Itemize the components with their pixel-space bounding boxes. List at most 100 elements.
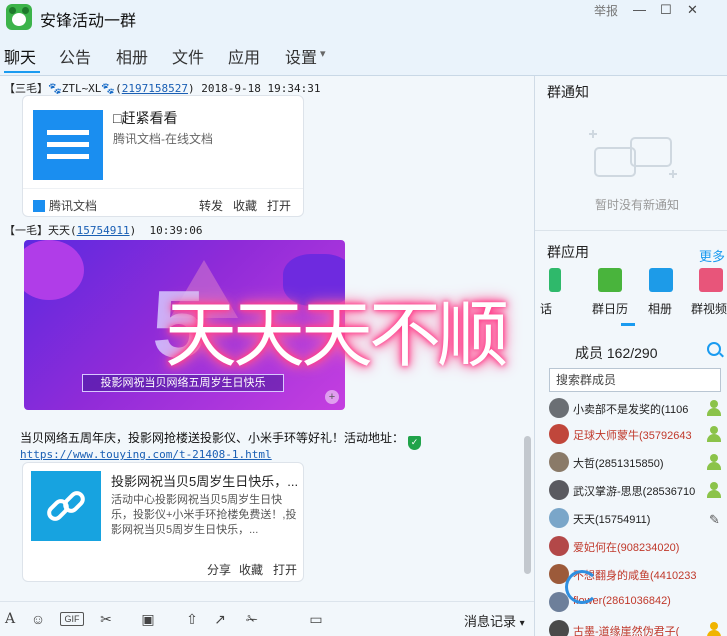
member-row[interactable]: 大哲(2851315850) <box>549 452 724 474</box>
notice-title: 群通知 <box>547 84 589 100</box>
app-label-video[interactable]: 群视频 <box>691 300 727 317</box>
card-source: 腾讯文档 <box>33 197 97 214</box>
sender-name: 【一毛】天天 <box>4 224 70 237</box>
app-label-album[interactable]: 相册 <box>648 300 672 317</box>
font-icon[interactable]: A <box>2 611 18 627</box>
message-time: 2018-9-18 19:34:31 <box>201 82 321 95</box>
member-row[interactable]: 足球大师蒙牛(35792643 <box>549 424 724 446</box>
tab-apps[interactable]: 应用 <box>228 44 260 68</box>
favorite-button[interactable]: 收藏 <box>233 197 257 214</box>
link-share-card[interactable]: 投影网祝当贝5周岁生日快乐，... 活动中心投影网祝当贝5周岁生日快乐，投影仪+… <box>22 462 304 582</box>
tab-album[interactable]: 相册 <box>116 44 148 68</box>
group-side-panel: 群通知 暂时没有新通知 群应用 更多 话 群日历 相册 群视频 成员 162/2… <box>534 76 727 636</box>
app-label-calendar[interactable]: 群日历 <box>592 300 628 317</box>
qq-group-logo-icon <box>6 4 32 30</box>
avatar <box>549 480 569 500</box>
apps-page-indicator <box>621 323 635 326</box>
app-label-call[interactable]: 话 <box>540 300 552 317</box>
member-name: 爱妃何在(908234020) <box>573 542 680 554</box>
card-subtitle: 腾讯文档-在线文档 <box>113 132 213 146</box>
avatar <box>549 452 569 472</box>
avatar <box>549 424 569 444</box>
member-row[interactable]: 武汉掌游-思思(28536710 <box>549 480 724 502</box>
member-row[interactable]: 古墨-道缘崖然伪君子( <box>549 620 724 636</box>
doc-share-card[interactable]: □赶紧看看 腾讯文档-在线文档 腾讯文档 转发 收藏 打开 <box>22 95 304 217</box>
open-button[interactable]: 打开 <box>273 561 297 578</box>
avatar <box>549 508 569 528</box>
admin-icon <box>707 426 721 442</box>
call-icon[interactable] <box>549 268 561 292</box>
close-button[interactable]: ✕ <box>687 2 698 18</box>
screenshot-icon[interactable]: ✂ <box>98 611 114 627</box>
favorite-button[interactable]: 收藏 <box>239 561 263 578</box>
admin-icon <box>707 400 721 416</box>
tab-announcement[interactable]: 公告 <box>59 44 91 68</box>
message-link[interactable]: https://www.touying.com/t-21408-1.html <box>20 448 272 461</box>
active-tab-indicator <box>4 71 40 73</box>
link-icon <box>31 471 101 541</box>
avatar <box>549 536 569 556</box>
member-search-input[interactable] <box>549 368 721 392</box>
card-footer: 腾讯文档 转发 收藏 打开 <box>23 188 303 218</box>
divider <box>535 230 727 231</box>
forward-button[interactable]: 转发 <box>199 197 223 214</box>
member-name: 小卖部不是发奖的(1106 <box>573 404 689 416</box>
member-name: 古墨-道缘崖然伪君子( <box>573 626 680 636</box>
chat-scrollbar[interactable] <box>524 436 531 574</box>
apps-more-link[interactable]: 更多 <box>699 246 725 265</box>
gif-icon[interactable]: GIF <box>60 612 84 626</box>
image-icon[interactable]: ▣ <box>140 611 156 627</box>
admin-icon <box>707 454 721 470</box>
avatar <box>549 398 569 418</box>
album-icon[interactable] <box>649 268 673 292</box>
window-title: 安锋活动一群 <box>40 13 137 30</box>
tab-chat[interactable]: 聊天 <box>4 44 36 68</box>
title-bar: 安锋活动一群 举报 — ☐ ✕ <box>0 0 727 36</box>
share-button[interactable]: 分享 <box>207 561 231 578</box>
edit-icon[interactable]: ✎ <box>709 512 720 528</box>
members-title: 成员 162/290 <box>575 345 658 361</box>
tab-files[interactable]: 文件 <box>172 44 204 68</box>
screen-share-icon[interactable]: ▭ <box>308 611 324 627</box>
owner-icon <box>707 622 721 636</box>
calendar-icon[interactable] <box>598 268 622 292</box>
report-button[interactable]: 举报 <box>594 2 618 19</box>
emoji-icon[interactable]: ☺ <box>30 611 46 627</box>
apps-title: 群应用 <box>547 244 589 260</box>
notice-empty-text: 暂时没有新通知 <box>595 198 680 212</box>
member-name: 武汉掌游-思思(28536710 <box>573 486 696 498</box>
document-icon <box>33 110 103 180</box>
sender-name: 【三毛】🐾ZTL~XL🐾 <box>4 82 116 95</box>
loading-spinner-icon <box>565 570 599 604</box>
member-row[interactable]: 爱妃何在(908234020) <box>549 536 724 558</box>
zoom-icon[interactable]: + <box>325 390 339 404</box>
card-description: 活动中心投影网祝当贝5周岁生日快乐，投影仪+小米手环抢楼免费送！,投影网祝当贝5… <box>111 494 297 536</box>
message-history-button[interactable]: 消息记录 ▾ <box>464 611 525 630</box>
minimize-button[interactable]: — <box>633 2 646 17</box>
sender-qq-link[interactable]: 15754911 <box>77 224 130 237</box>
sender-qq-link[interactable]: 2197158527 <box>122 82 188 95</box>
video-icon[interactable] <box>699 268 723 292</box>
search-icon[interactable] <box>707 342 721 356</box>
member-name: 大哲(2851315850) <box>573 458 664 470</box>
card-title: 投影网祝当贝5周岁生日快乐，... <box>111 474 299 489</box>
avatar <box>549 620 569 636</box>
input-toolbar: A ☺ GIF ✂ ▣ ⇧ ↗ ✁ ▭ 消息记录 ▾ <box>0 601 534 636</box>
share-icon[interactable]: ↗ <box>212 611 228 627</box>
scissors-icon[interactable]: ✁ <box>244 611 260 627</box>
message-time: 10:39:06 <box>149 224 203 237</box>
card-footer: 分享 收藏 打开 <box>23 553 303 583</box>
chevron-down-icon[interactable]: ▾ <box>320 47 326 60</box>
member-row[interactable]: 天天(15754911) ✎ <box>549 508 724 530</box>
upload-icon[interactable]: ⇧ <box>184 611 200 627</box>
maximize-button[interactable]: ☐ <box>660 2 672 18</box>
main-tabs: 聊天 公告 相册 文件 应用 设置 ▾ <box>0 36 727 76</box>
tencent-docs-icon <box>33 200 45 212</box>
message-header: 【三毛】🐾ZTL~XL🐾(2197158527) 2018-9-18 19:34… <box>4 82 321 95</box>
member-row[interactable]: 小卖部不是发奖的(1106 <box>549 398 724 420</box>
empty-notice-icon <box>589 130 677 178</box>
member-name: 天天(15754911) <box>573 514 651 526</box>
open-button[interactable]: 打开 <box>267 197 291 214</box>
admin-icon <box>707 482 721 498</box>
tab-settings[interactable]: 设置 <box>285 44 317 68</box>
